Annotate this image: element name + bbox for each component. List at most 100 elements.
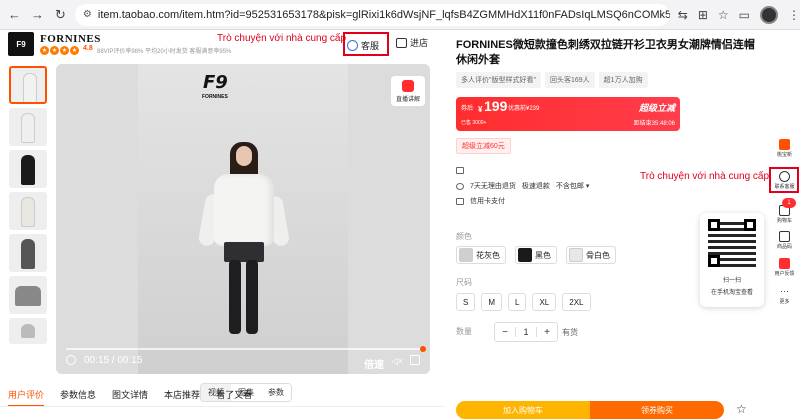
thumbnail-5[interactable] [9,234,47,272]
live-explain-button[interactable]: 直播讲解 [391,76,425,106]
services-row: 7天无理由退货 极速退款 不含包邮 ▾ [456,181,589,191]
tag-item: 超1万人加购 [598,72,648,88]
sidebar-item-new[interactable]: 桃宝新 [769,139,800,158]
shipping-row [456,167,464,174]
size-option[interactable]: L [508,293,527,311]
flash-label: 超级立减 [638,103,675,113]
sidebar-item-more[interactable]: ··· 更多 [769,286,800,305]
size-option[interactable]: XL [532,293,557,311]
fullscreen-icon[interactable] [410,355,420,365]
color-name: 骨白色 [586,250,610,260]
color-option-3[interactable]: 骨白色 [566,246,616,264]
extensions-icon[interactable]: ⊞ [698,8,708,22]
sidebar-item-label: 用户反馈 [774,271,795,277]
swatch-image [518,248,532,262]
currency-symbol: ¥ [478,105,483,114]
star-icon: ★ [60,46,69,55]
shield-icon [456,182,464,190]
quantity-increase-button[interactable]: + [537,327,557,338]
tab-recommend[interactable]: 本店推荐 [164,388,200,407]
sidebar-item-cart[interactable]: 购物车 [769,205,800,224]
color-options: 花灰色 黑色 骨白色 [456,246,616,264]
color-option-2[interactable]: 黑色 [515,246,557,264]
favorite-star-icon[interactable]: ☆ [736,402,747,416]
mute-icon[interactable]: ◁× [391,356,403,367]
reload-icon[interactable]: ↻ [52,6,69,24]
coupon-badge[interactable]: 超级立减60元 [456,138,511,154]
chat-bubble-icon [347,39,358,51]
tab-reviews[interactable]: 用户评价 [8,388,45,407]
qr-code-icon [779,231,790,242]
shop-rating-stars: ★ ★ ★ ★ [40,46,79,55]
size-option[interactable]: S [456,293,476,311]
taobao-icon [779,139,790,150]
star-icon: ★ [40,46,49,55]
add-to-cart-button[interactable]: 加入购物车 [456,401,590,419]
tab-parameters[interactable]: 参数信息 [60,388,96,407]
buy-now-button[interactable]: 领券购买 [590,401,724,419]
sidebar-item-feedback[interactable]: 用户反馈 [769,258,800,277]
store-icon [396,37,407,48]
sidebar-item-label: 桃宝新 [776,152,792,158]
video-time: 00:15 / 00:15 [84,354,143,366]
profile-avatar[interactable] [760,5,778,24]
shop-name[interactable]: FORNINES [40,33,101,45]
tab-also-viewed[interactable]: 看了又看 [216,388,252,407]
tag-item[interactable]: 多人评价"版型样式好看" [456,72,541,88]
tab-params[interactable]: 参数 [261,384,291,401]
price-panel: 券后 ¥ 199 优惠前¥239 已售 3000+ 超级立减 距结束35:48:… [456,97,680,131]
browser-toolbar: ← → ↻ ⚙ item.taobao.com/item.htm?id=9525… [0,0,800,30]
thumbnail-7[interactable] [9,318,47,344]
star-icon: ★ [70,46,79,55]
thumbnail-6[interactable] [9,276,47,314]
product-page: F9 FORNINES ★ ★ ★ ★ 4.8 88VIP评价率98% 平均20… [0,30,800,419]
truck-icon [456,167,464,174]
speed-button[interactable]: 倍速 [364,356,384,371]
thumbnail-2[interactable] [9,108,47,146]
original-price: 优惠前¥239 [508,106,540,112]
forward-icon[interactable]: → [29,6,46,24]
translate-icon[interactable]: ⇆ [678,8,688,22]
service-return: 7天无理由退货 [470,183,516,190]
shop-logo[interactable]: F9 [8,32,34,56]
thumbnail-3[interactable] [9,150,47,188]
thumbnail-1[interactable] [9,66,47,104]
credit-card-icon [456,197,464,205]
tag-item: 回头客169人 [544,72,595,88]
brand-logo-text: FORNINES [202,94,228,100]
color-option-1[interactable]: 花灰色 [456,246,506,264]
price-value: 199 [484,98,508,114]
enter-shop-button[interactable]: 进店 [396,36,428,49]
site-info-icon[interactable]: ⚙ [83,9,92,20]
swatch-image [459,248,473,262]
sold-count: 已售 3000+ [461,120,487,126]
quantity-input[interactable]: 1 [515,327,537,337]
model-figure [214,174,274,246]
more-dots-icon: ··· [780,286,789,296]
sidebar-item-qr[interactable]: 商品码 [769,231,800,250]
thumbnail-4[interactable] [9,192,47,230]
qr-popup: 扫一扫 在手机淘宝查看 [700,213,764,307]
customer-service-button[interactable]: 客服 [347,36,379,54]
tab-details[interactable]: 图文详情 [112,388,148,407]
countdown: 距结束35:48:06 [633,121,675,127]
address-bar[interactable]: ⚙ item.taobao.com/item.htm?id=9525316531… [74,3,670,26]
sidebar-icon[interactable]: ▭ [739,8,750,22]
size-option[interactable]: M [481,293,503,311]
sidebar-item-label: 商品码 [776,244,792,250]
color-name: 花灰色 [476,250,500,260]
size-option[interactable]: 2XL [562,293,591,311]
detail-tabs: 用户评价 参数信息 图文详情 本店推荐 看了又看 [8,388,252,407]
quantity-decrease-button[interactable]: − [495,327,515,338]
annotation-chat-top: Trò chuyện với nhà cung cấp [217,33,347,44]
service-refund: 极速退款 [521,183,550,190]
purchase-bar: 加入购物车 领券购买 [456,401,724,419]
bookmark-star-icon[interactable]: ☆ [718,8,729,22]
feedback-icon [779,258,790,269]
main-product-video[interactable]: F9 FORNINES [56,64,430,374]
menu-icon[interactable]: ⋮ [788,8,800,22]
replay-icon[interactable] [66,355,76,365]
service-shipping[interactable]: 不含包邮 ▾ [556,181,589,191]
enter-shop-label: 进店 [410,38,429,48]
back-icon[interactable]: ← [6,6,23,24]
